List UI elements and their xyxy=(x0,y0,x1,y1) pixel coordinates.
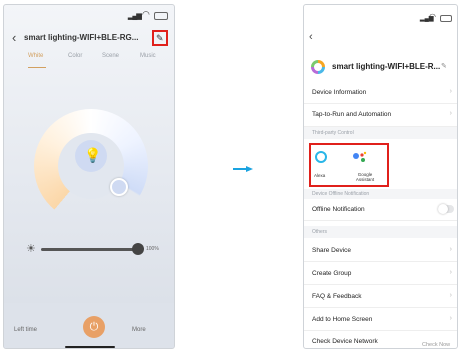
signal-icon: ▂▄▆ xyxy=(128,13,142,20)
row-device-information[interactable]: Device Information › xyxy=(304,83,457,104)
row-label: Offline Notification xyxy=(312,206,365,213)
alexa-icon[interactable] xyxy=(315,151,327,163)
chevron-right-icon: › xyxy=(449,88,452,95)
page-title: smart lighting-WIFI+BLE-RG... xyxy=(24,33,139,42)
brightness-sun-icon: ☀ xyxy=(26,243,36,255)
device-name: smart lighting-WIFI+BLE-R... xyxy=(332,62,441,71)
mode-tabs: White Color Scene Music xyxy=(10,53,170,67)
toggle-knob[interactable] xyxy=(438,204,448,214)
section-label: Device Offline Notification xyxy=(312,191,370,197)
chevron-right-icon: › xyxy=(449,110,452,117)
left-time-button[interactable]: Left time xyxy=(14,327,37,333)
arrow-right-icon xyxy=(233,166,253,172)
row-faq-feedback[interactable]: FAQ & Feedback › xyxy=(304,285,457,308)
pencil-icon[interactable]: ✎ xyxy=(441,62,447,70)
check-now-link[interactable]: Check Now xyxy=(422,342,450,348)
wheel-handle[interactable] xyxy=(110,178,128,196)
row-label: Check Device Network xyxy=(312,338,378,345)
wifi-icon: ◠ xyxy=(142,9,150,19)
chevron-right-icon: › xyxy=(449,315,452,322)
tab-music[interactable]: Music xyxy=(140,53,156,59)
pencil-icon: ✎ xyxy=(156,33,164,43)
google-assistant-icon[interactable] xyxy=(352,151,368,163)
row-label: Tap-to-Run and Automation xyxy=(312,111,392,118)
chevron-right-icon: › xyxy=(449,292,452,299)
section-label: Third-party Control xyxy=(312,130,354,136)
row-label: Share Device xyxy=(312,247,352,254)
back-icon[interactable]: ‹ xyxy=(12,30,16,45)
brightness-value: 100% xyxy=(146,246,159,252)
row-create-group[interactable]: Create Group › xyxy=(304,262,457,285)
status-bar: ▂▄▆ ◠ xyxy=(4,5,174,25)
row-label: Create Group xyxy=(312,270,352,277)
back-icon[interactable]: ‹ xyxy=(309,31,313,43)
row-label: FAQ & Feedback xyxy=(312,293,362,300)
home-indicator xyxy=(65,346,115,348)
row-offline-notification: Offline Notification xyxy=(304,200,457,221)
power-icon: ⏻ xyxy=(89,321,99,333)
chevron-right-icon: › xyxy=(449,246,452,253)
section-others: Others xyxy=(304,226,457,238)
row-share-device[interactable]: Share Device › xyxy=(304,239,457,262)
row-add-home-screen[interactable]: Add to Home Screen › xyxy=(304,308,457,331)
bulb-icon: 💡 xyxy=(84,147,102,163)
row-label: Add to Home Screen xyxy=(312,316,373,323)
lamp-control-screen: ▂▄▆ ◠ ‹ smart lighting-WIFI+BLE-RG... ✎ … xyxy=(3,4,175,349)
tab-scene[interactable]: Scene xyxy=(102,53,119,59)
row-tap-to-run[interactable]: Tap-to-Run and Automation › xyxy=(304,104,457,127)
row-label: Device Information xyxy=(312,89,367,96)
tab-indicator xyxy=(28,67,46,68)
tab-color[interactable]: Color xyxy=(68,53,82,59)
wifi-icon: ◠ xyxy=(429,12,436,21)
battery-icon xyxy=(154,12,168,20)
brightness-slider-thumb[interactable] xyxy=(132,243,144,255)
chevron-right-icon: › xyxy=(449,269,452,276)
device-settings-screen: ▂▄▆ ◠ ‹ smart lighting-WIFI+BLE-R... ✎ D… xyxy=(303,4,458,349)
more-button[interactable]: More xyxy=(132,327,146,333)
edit-button[interactable]: ✎ xyxy=(152,30,168,46)
device-logo-center xyxy=(314,63,322,71)
section-third-party: Third-party Control xyxy=(304,127,457,139)
section-offline: Device Offline Notification xyxy=(304,189,457,199)
alexa-label: Alexa xyxy=(314,173,326,178)
tab-white[interactable]: White xyxy=(28,53,43,59)
section-label: Others xyxy=(312,229,328,235)
brightness-slider[interactable] xyxy=(41,248,141,251)
google-assistant-label: Google Assistant xyxy=(355,172,375,182)
battery-icon xyxy=(440,15,452,22)
